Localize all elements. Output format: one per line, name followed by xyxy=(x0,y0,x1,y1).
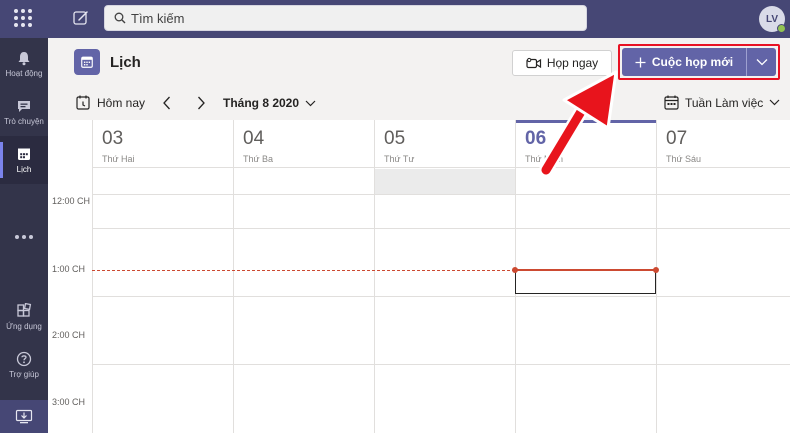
column-divider xyxy=(233,168,234,433)
chevron-down-icon xyxy=(769,99,780,106)
day-name: Thứ Năm xyxy=(525,154,564,164)
month-picker[interactable]: Tháng 8 2020 xyxy=(223,96,316,110)
help-icon xyxy=(16,351,32,367)
day-name: Thứ Tư xyxy=(384,154,415,164)
calendar-toolbar: Hôm nay Tháng 8 2020 Tuần Làm việc xyxy=(48,86,790,120)
day-name: Thứ Hai xyxy=(102,154,135,164)
view-switcher[interactable]: Tuần Làm việc xyxy=(664,95,780,110)
rail-item-label: Hoạt động xyxy=(5,69,43,78)
presence-status-icon xyxy=(777,24,786,33)
plus-icon xyxy=(635,57,646,67)
search-icon xyxy=(114,12,126,24)
day-number: 06 xyxy=(525,128,547,149)
column-divider xyxy=(374,168,375,433)
more-apps-icon[interactable] xyxy=(0,225,48,249)
hour-line xyxy=(92,364,790,365)
time-label: 1:00 CH xyxy=(52,264,86,274)
meet-now-button[interactable]: Họp ngay xyxy=(512,50,612,76)
day-number: 04 xyxy=(243,128,265,149)
time-label: 12:00 CH xyxy=(52,196,91,206)
compose-icon[interactable] xyxy=(72,9,90,27)
time-label: 2:00 CH xyxy=(52,330,86,340)
chevron-down-icon xyxy=(305,100,316,106)
avatar[interactable]: LV xyxy=(759,6,786,33)
rail-item-apps[interactable]: Ứng dụng xyxy=(0,293,48,341)
calendar-app-icon xyxy=(74,49,100,75)
current-time-marker xyxy=(512,267,518,273)
app-launcher-icon[interactable] xyxy=(14,9,32,27)
avatar-initials: LV xyxy=(765,13,779,25)
day-header[interactable]: 03 Thứ Hai xyxy=(92,120,233,168)
current-time-line xyxy=(92,270,515,271)
hour-line xyxy=(92,296,790,297)
top-bar: LV xyxy=(0,0,790,38)
current-time-line-today xyxy=(515,269,656,271)
calendar-icon xyxy=(18,148,30,160)
rail-item-label: Trợ giúp xyxy=(9,370,39,379)
column-divider xyxy=(92,168,93,433)
rail-item-label: Lịch xyxy=(16,165,32,174)
new-meeting-button[interactable]: Cuộc họp mới xyxy=(622,48,746,76)
new-meeting-label: Cuộc họp mới xyxy=(651,55,734,69)
rail-item-label: Ứng dụng xyxy=(6,322,42,331)
time-label: 3:00 CH xyxy=(52,397,86,407)
rail-item-activity[interactable]: Hoạt động xyxy=(0,40,48,88)
today-button[interactable]: Hôm nay xyxy=(76,95,145,110)
column-divider xyxy=(656,168,657,433)
chevron-right-icon[interactable] xyxy=(194,95,208,111)
rail-item-chat[interactable]: Trò chuyện xyxy=(0,88,48,136)
calendar-today-icon xyxy=(76,95,90,110)
bell-icon xyxy=(18,52,30,66)
day-number: 07 xyxy=(666,128,688,149)
calendar-grid: 03 Thứ Hai 04 Thứ Ba 05 Thứ Tư 06 Thứ Nă… xyxy=(48,120,790,433)
calendar-header: Lịch Họp ngay Cuộc họp mới xyxy=(48,38,790,86)
chat-icon xyxy=(18,101,30,112)
rail-item-label: Trò chuyện xyxy=(4,117,44,126)
app-rail: Hoạt động Trò chuyện Lịch Ứng dụng Trợ g… xyxy=(0,38,48,433)
rail-item-help[interactable]: Trợ giúp xyxy=(0,341,48,389)
month-label: Tháng 8 2020 xyxy=(223,96,300,110)
download-icon[interactable] xyxy=(0,400,48,433)
day-header[interactable]: 04 Thứ Ba xyxy=(233,120,374,168)
chevron-down-icon xyxy=(756,59,767,66)
calendar-view-icon xyxy=(664,95,679,110)
day-number: 05 xyxy=(384,128,406,149)
apps-icon xyxy=(17,303,32,317)
day-header[interactable]: 07 Thứ Sáu xyxy=(656,120,790,168)
day-number: 03 xyxy=(102,128,124,149)
search-box[interactable] xyxy=(104,5,587,31)
meet-now-label: Họp ngay xyxy=(546,56,599,70)
video-camera-icon xyxy=(526,57,541,68)
search-input[interactable] xyxy=(131,6,571,30)
current-time-marker xyxy=(653,267,659,273)
chevron-left-icon[interactable] xyxy=(160,95,174,111)
today-label: Hôm nay xyxy=(97,95,146,110)
rail-item-calendar[interactable]: Lịch xyxy=(0,136,48,184)
page-title: Lịch xyxy=(110,54,141,71)
busy-block[interactable] xyxy=(375,169,515,194)
day-header[interactable]: 05 Thứ Tư xyxy=(374,120,515,168)
selected-time-slot[interactable] xyxy=(515,270,656,294)
half-hour-line xyxy=(92,194,790,195)
view-label: Tuần Làm việc xyxy=(685,95,764,110)
day-header-today[interactable]: 06 Thứ Năm xyxy=(515,120,657,168)
column-divider xyxy=(515,168,516,433)
new-meeting-dropdown-button[interactable] xyxy=(747,48,776,76)
hour-line xyxy=(92,228,790,229)
day-name: Thứ Sáu xyxy=(666,154,702,164)
day-name: Thứ Ba xyxy=(243,154,274,164)
